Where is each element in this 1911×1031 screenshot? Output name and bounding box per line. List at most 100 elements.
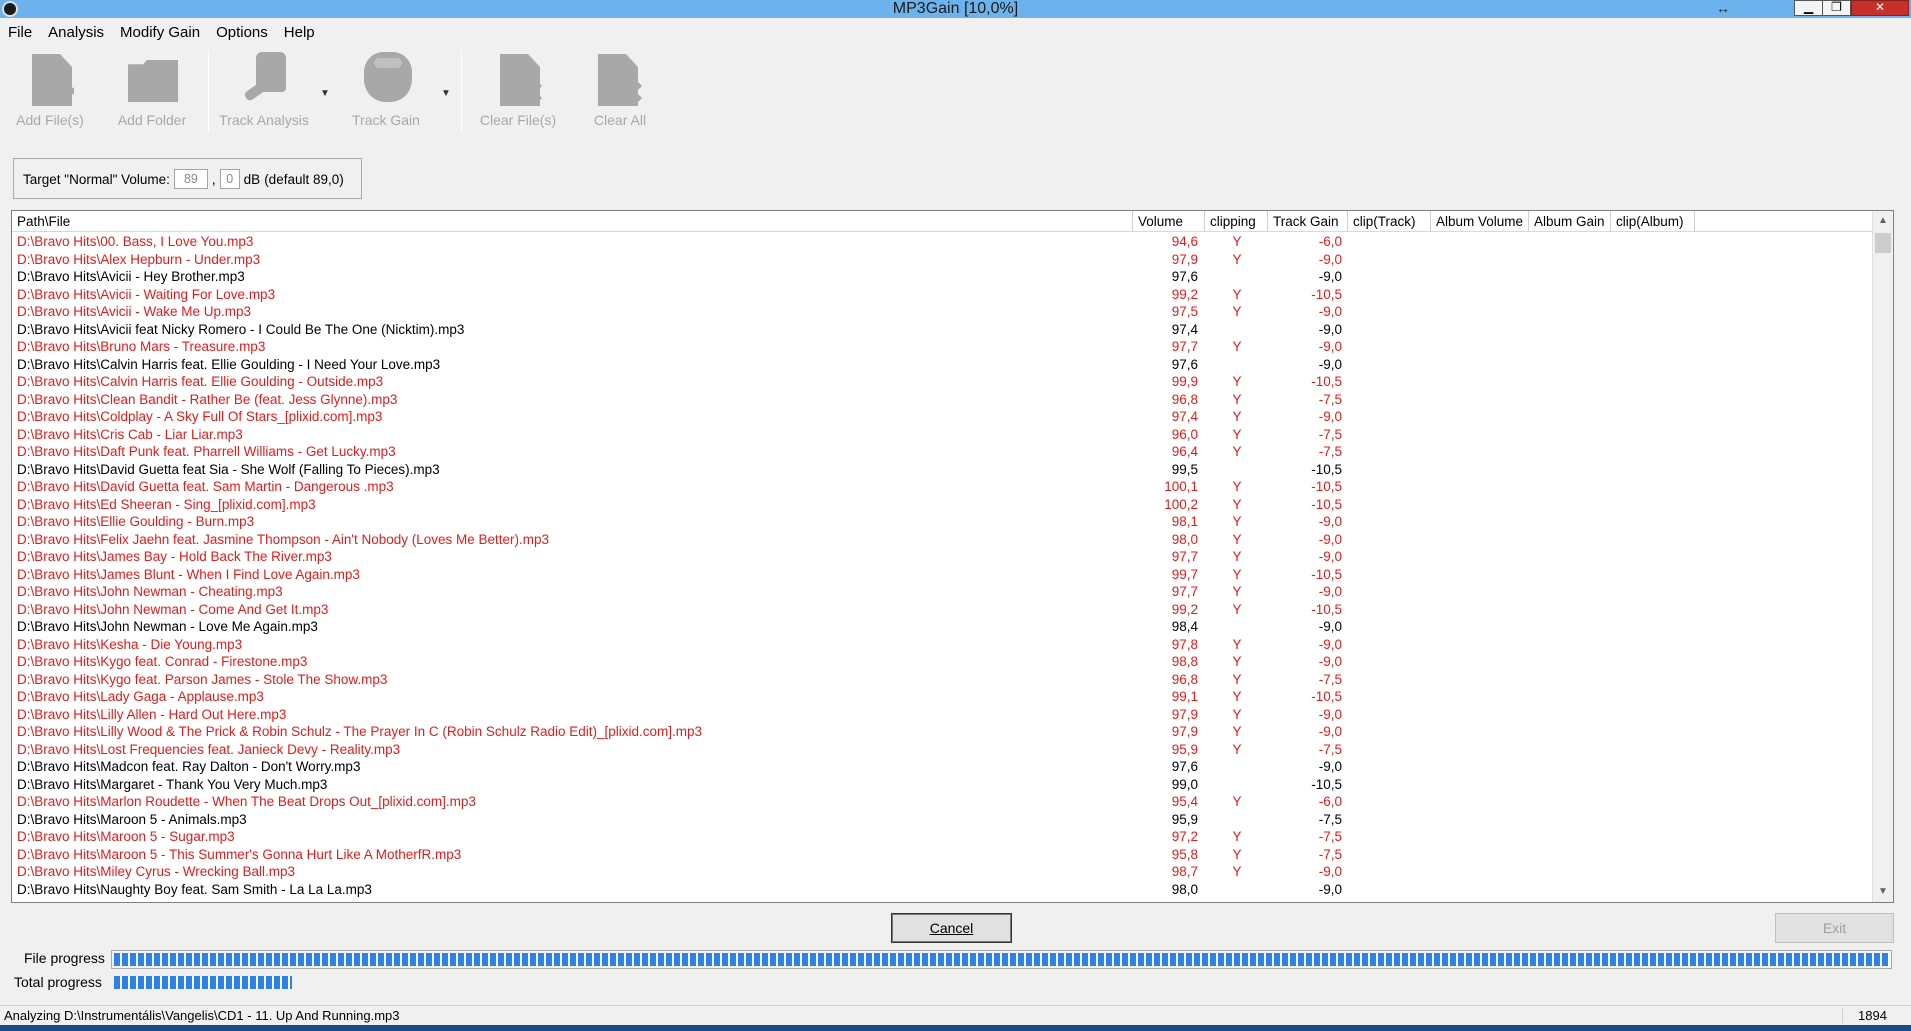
track-analysis-dropdown-icon[interactable]: ▼: [320, 88, 330, 99]
volume-cell: 95,4: [1171, 794, 1198, 809]
volume-cell: 94,6: [1171, 234, 1198, 249]
track-gain-button[interactable]: Track Gain: [340, 50, 432, 128]
scroll-up-icon[interactable]: ▲: [1873, 211, 1893, 231]
menu-options[interactable]: Options: [208, 20, 276, 44]
track-gain-cell: -9,0: [1318, 321, 1342, 337]
menu-help[interactable]: Help: [276, 20, 323, 44]
clipping-cell: Y: [1232, 566, 1242, 582]
menu-analysis[interactable]: Analysis: [40, 20, 112, 44]
add-folder-button[interactable]: Add Folder: [112, 50, 192, 128]
target-volume-dec-input[interactable]: 0: [219, 169, 240, 189]
table-row[interactable]: D:\Bravo Hits\Madcon feat. Ray Dalton - …: [12, 758, 1872, 776]
table-row[interactable]: D:\Bravo Hits\Calvin Harris feat. Ellie …: [12, 356, 1872, 374]
col-clipping[interactable]: clipping: [1205, 211, 1268, 232]
taskbar: [0, 1025, 1911, 1031]
scroll-thumb[interactable]: [1875, 233, 1891, 253]
table-row[interactable]: D:\Bravo Hits\John Newman - Cheating.mp3…: [12, 583, 1872, 601]
col-clip-album[interactable]: clip(Album): [1611, 211, 1695, 232]
track-gain-cell: -9,0: [1318, 584, 1342, 599]
table-row[interactable]: D:\Bravo Hits\James Blunt - When I Find …: [12, 566, 1872, 584]
table-row[interactable]: D:\Bravo Hits\Lost Frequencies feat. Jan…: [12, 741, 1872, 759]
table-row[interactable]: D:\Bravo Hits\Maroon 5 - Animals.mp3 95,9…: [12, 811, 1872, 829]
table-row[interactable]: D:\Bravo Hits\Coldplay - A Sky Full Of S…: [12, 408, 1872, 426]
track-analysis-button[interactable]: Track Analysis: [214, 50, 314, 128]
clipping-cell: Y: [1232, 426, 1242, 442]
table-row[interactable]: D:\Bravo Hits\Marlon Roudette - When The…: [12, 793, 1872, 811]
table-row[interactable]: D:\Bravo Hits\James Bay - Hold Back The …: [12, 548, 1872, 566]
total-progress-label: Total progress: [14, 974, 102, 990]
table-row[interactable]: D:\Bravo Hits\Calvin Harris feat. Ellie …: [12, 373, 1872, 391]
clipping-cell: Y: [1232, 444, 1242, 459]
table-row[interactable]: D:\Bravo Hits\Miley Cyrus - Wrecking Bal…: [12, 863, 1872, 881]
file-list[interactable]: Path\File Volume clipping Track Gain cli…: [11, 210, 1894, 903]
table-row[interactable]: D:\Bravo Hits\Lady Gaga - Applause.mp3 99…: [12, 688, 1872, 706]
volume-cell: 96,8: [1171, 671, 1198, 687]
table-row[interactable]: D:\Bravo Hits\Kesha - Die Young.mp3 97,8 Y…: [12, 636, 1872, 654]
table-row[interactable]: D:\Bravo Hits\Maroon 5 - Sugar.mp3 97,2 Y -…: [12, 828, 1872, 846]
table-row[interactable]: D:\Bravo Hits\Ellie Goulding - Burn.mp3 9…: [12, 513, 1872, 531]
add-folder-icon: [124, 50, 180, 110]
col-volume[interactable]: Volume: [1133, 211, 1205, 232]
minimize-button[interactable]: ▁: [1794, 0, 1823, 16]
table-row[interactable]: D:\Bravo Hits\Cris Cab - Liar Liar.mp3 96…: [12, 426, 1872, 444]
volume-cell: 97,7: [1171, 549, 1198, 564]
exit-button[interactable]: Exit: [1775, 913, 1894, 943]
track-gain-cell: -7,5: [1318, 846, 1342, 862]
table-row[interactable]: D:\Bravo Hits\Daft Punk feat. Pharrell W…: [12, 443, 1872, 461]
clipping-cell: Y: [1232, 496, 1242, 512]
file-path-cell: D:\Bravo Hits\Lady Gaga - Applause.mp3: [17, 689, 264, 704]
table-row[interactable]: D:\Bravo Hits\Felix Jaehn feat. Jasmine …: [12, 531, 1872, 549]
col-track-gain[interactable]: Track Gain: [1268, 211, 1348, 232]
track-gain-cell: -9,0: [1318, 356, 1342, 372]
table-row[interactable]: D:\Bravo Hits\Lilly Allen - Hard Out Her…: [12, 706, 1872, 724]
table-row[interactable]: D:\Bravo Hits\Avicii - Wake Me Up.mp3 97,…: [12, 303, 1872, 321]
clipping-cell: Y: [1232, 636, 1242, 652]
clipping-cell: Y: [1232, 286, 1242, 302]
clear-all-button[interactable]: Clear All: [580, 50, 660, 128]
scroll-down-icon[interactable]: ▼: [1873, 882, 1893, 902]
table-row[interactable]: D:\Bravo Hits\Maroon 5 - This Summer's G…: [12, 846, 1872, 864]
table-row[interactable]: D:\Bravo Hits\Bruno Mars - Treasure.mp3 9…: [12, 338, 1872, 356]
clear-files-button[interactable]: Clear File(s): [472, 50, 564, 128]
col-path-file[interactable]: Path\File: [12, 211, 1133, 232]
vertical-scrollbar[interactable]: ▲ ▼: [1872, 211, 1893, 902]
table-row[interactable]: D:\Bravo Hits\John Newman - Come And Get…: [12, 601, 1872, 619]
track-gain-cell: -9,0: [1318, 654, 1342, 669]
col-clip-track[interactable]: clip(Track): [1348, 211, 1431, 232]
table-row[interactable]: D:\Bravo Hits\Avicii feat Nicky Romero -…: [12, 321, 1872, 339]
volume-cell: 95,9: [1171, 811, 1198, 827]
track-gain-cell: -9,0: [1318, 706, 1342, 722]
col-album-gain[interactable]: Album Gain: [1529, 211, 1611, 232]
menu-file[interactable]: File: [0, 20, 40, 44]
table-row[interactable]: D:\Bravo Hits\00. Bass, I Love You.mp3 94…: [12, 233, 1872, 251]
file-path-cell: D:\Bravo Hits\Avicii feat Nicky Romero -…: [17, 321, 465, 337]
col-album-volume[interactable]: Album Volume: [1431, 211, 1529, 232]
track-gain-cell: -9,0: [1318, 724, 1342, 739]
table-row[interactable]: D:\Bravo Hits\Lilly Wood & The Prick & R…: [12, 723, 1872, 741]
track-gain-cell: -10,5: [1311, 286, 1342, 302]
table-row[interactable]: D:\Bravo Hits\Clean Bandit - Rather Be (…: [12, 391, 1872, 409]
track-gain-dropdown-icon[interactable]: ▼: [441, 88, 451, 99]
cancel-button[interactable]: Cancel: [891, 913, 1012, 943]
table-row[interactable]: D:\Bravo Hits\David Guetta feat. Sam Mar…: [12, 478, 1872, 496]
table-row[interactable]: D:\Bravo Hits\David Guetta feat Sia - Sh…: [12, 461, 1872, 479]
table-row[interactable]: D:\Bravo Hits\Avicii - Waiting For Love.…: [12, 286, 1872, 304]
maximize-button[interactable]: ❐: [1822, 0, 1851, 16]
table-row[interactable]: D:\Bravo Hits\Naughty Boy feat. Sam Smit…: [12, 881, 1872, 899]
table-row[interactable]: D:\Bravo Hits\Avicii - Hey Brother.mp3 97…: [12, 268, 1872, 286]
table-row[interactable]: D:\Bravo Hits\Alex Hepburn - Under.mp3 97…: [12, 251, 1872, 269]
menu-modify-gain[interactable]: Modify Gain: [112, 20, 208, 44]
clipping-cell: Y: [1232, 549, 1242, 564]
target-volume-int-input[interactable]: 89: [173, 169, 208, 189]
table-row[interactable]: D:\Bravo Hits\Ed Sheeran - Sing_[plixid.…: [12, 496, 1872, 514]
clipping-cell: Y: [1232, 391, 1242, 407]
table-row[interactable]: D:\Bravo Hits\Kygo feat. Parson James - …: [12, 671, 1872, 689]
table-row[interactable]: D:\Bravo Hits\Margaret - Thank You Very …: [12, 776, 1872, 794]
file-path-cell: D:\Bravo Hits\Felix Jaehn feat. Jasmine …: [17, 531, 550, 547]
add-files-button[interactable]: Add File(s): [10, 50, 90, 128]
close-button[interactable]: ✕: [1851, 0, 1909, 16]
clipping-cell: Y: [1232, 251, 1242, 267]
file-path-cell: D:\Bravo Hits\Marlon Roudette - When The…: [17, 794, 476, 809]
table-row[interactable]: D:\Bravo Hits\John Newman - Love Me Agai…: [12, 618, 1872, 636]
table-row[interactable]: D:\Bravo Hits\Kygo feat. Conrad - Firest…: [12, 653, 1872, 671]
